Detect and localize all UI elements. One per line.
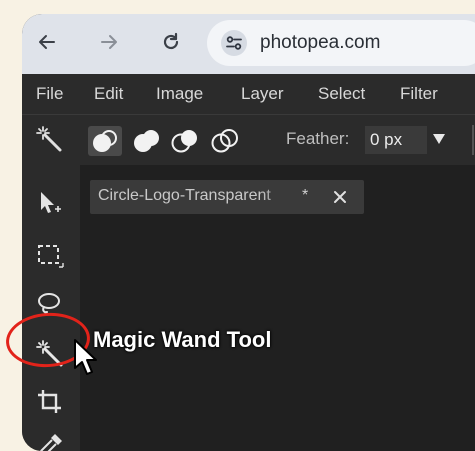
selection-subtract-button[interactable] xyxy=(168,126,202,161)
forward-button[interactable] xyxy=(94,27,124,57)
caret-down-icon xyxy=(433,134,445,144)
url-text[interactable]: photopea.com xyxy=(260,32,380,54)
menu-image[interactable]: Image xyxy=(156,84,203,104)
document-tab-title: Circle-Logo-Transparent xyxy=(98,187,298,205)
menu-edit[interactable]: Edit xyxy=(94,84,123,104)
close-tab-button[interactable] xyxy=(328,185,352,209)
magic-wand-options-icon xyxy=(36,126,64,159)
menu-filter[interactable]: Filter xyxy=(400,84,438,104)
eyedropper-icon xyxy=(39,434,62,451)
site-info-button[interactable] xyxy=(221,30,247,56)
document-tab[interactable]: Circle-Logo-Transparent * xyxy=(90,180,364,214)
crop-tool[interactable] xyxy=(28,380,72,424)
move-tool[interactable] xyxy=(28,182,72,226)
arrow-right-icon xyxy=(101,35,117,49)
menu-layer[interactable]: Layer xyxy=(241,84,284,104)
app-window: photopea.com File Edit Image Layer Selec… xyxy=(22,14,475,451)
reload-button[interactable] xyxy=(156,27,186,57)
selection-intersect-button[interactable] xyxy=(208,126,242,161)
arrow-left-icon xyxy=(39,35,55,49)
tool-callout-label: Magic Wand Tool xyxy=(93,327,272,352)
move-arrow-icon xyxy=(41,192,61,213)
menu-file[interactable]: File xyxy=(36,84,63,104)
selection-subtract-icon xyxy=(171,130,197,153)
reload-icon xyxy=(163,32,179,50)
selection-add-icon xyxy=(134,130,159,152)
tool-options-bar: Feather: xyxy=(22,114,475,165)
rect-select-icon xyxy=(38,245,64,268)
feather-dropdown[interactable] xyxy=(432,132,446,150)
eyedropper-tool[interactable] xyxy=(28,424,72,451)
marquee-tool[interactable] xyxy=(28,234,72,278)
feather-label: Feather: xyxy=(286,129,350,148)
crop-icon xyxy=(38,390,61,413)
unsaved-marker: * xyxy=(302,187,309,204)
selection-intersect-icon xyxy=(211,129,238,153)
close-icon xyxy=(334,191,346,203)
back-button[interactable] xyxy=(32,27,62,57)
address-bar[interactable]: photopea.com xyxy=(207,20,475,66)
options-divider xyxy=(472,125,474,155)
selection-add-button[interactable] xyxy=(130,126,164,161)
selection-new-button[interactable] xyxy=(88,126,122,156)
feather-input[interactable] xyxy=(365,126,427,154)
tune-icon xyxy=(226,36,242,50)
menu-select[interactable]: Select xyxy=(318,84,365,104)
menu-bar: File Edit Image Layer Select Filter xyxy=(22,74,475,114)
browser-toolbar: photopea.com xyxy=(22,14,475,74)
selection-new-icon xyxy=(93,130,117,152)
